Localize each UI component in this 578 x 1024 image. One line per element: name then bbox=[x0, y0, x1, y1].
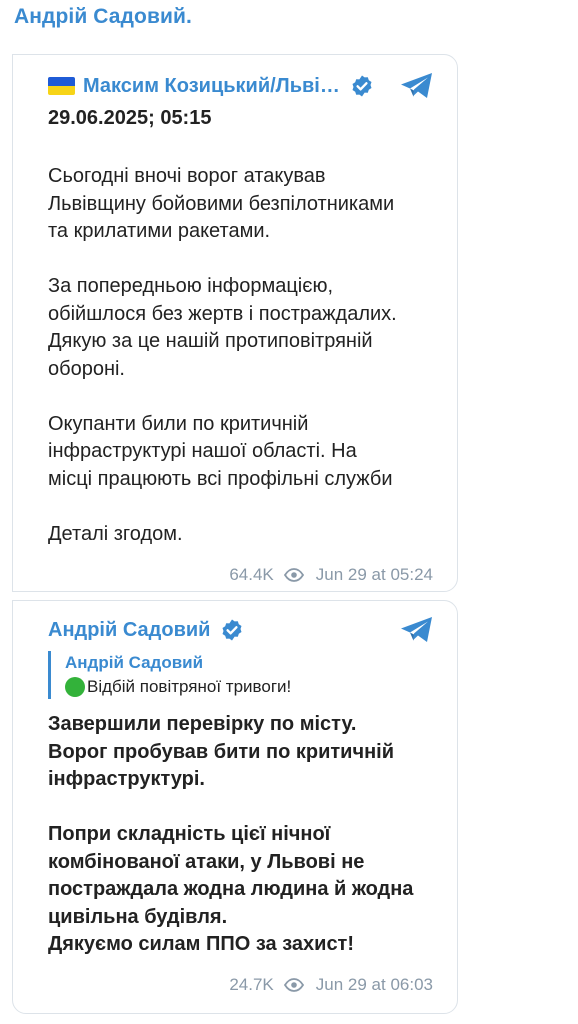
paragraph-1: Завершили перевірку по місту. Ворог проб… bbox=[48, 711, 437, 794]
text-line: інфраструктурі нашої області. На bbox=[48, 440, 357, 462]
text-line: Окупанти били по критичній bbox=[48, 412, 309, 435]
text-line: Дякую за це нашій протиповітряній bbox=[48, 330, 373, 352]
text-line: комбінованої атаки, у Львові не bbox=[48, 850, 365, 873]
channel-post: Андрій Садовий Андрій Садовий Відбій пов… bbox=[12, 600, 458, 1014]
post-meta: 64.4K Jun 29 at 05:24 bbox=[229, 565, 433, 585]
post-author-row[interactable]: Андрій Садовий bbox=[48, 615, 433, 645]
text-line: постраждала жодна людина й жодна bbox=[48, 878, 414, 900]
text-line: Ворог пробував бити по критичній bbox=[48, 740, 395, 763]
paragraph-2: Попри складність цієї нічної комбіновано… bbox=[48, 821, 437, 959]
eye-icon bbox=[283, 978, 304, 992]
text-line: інфраструктурі. bbox=[48, 768, 205, 790]
reply-quote[interactable]: Андрій Садовий Відбій повітряної тривоги… bbox=[48, 651, 433, 699]
post-body: Завершили перевірку по місту. Ворог проб… bbox=[48, 711, 437, 959]
text-line: Дякуємо силам ППО за захист! bbox=[48, 933, 355, 955]
text-line: та крилатими ракетами. bbox=[48, 220, 271, 242]
view-count: 64.4K bbox=[229, 565, 274, 584]
quote-author: Андрій Садовий bbox=[65, 653, 204, 672]
paragraph-3: Окупанти били по критичній інфраструктур… bbox=[48, 411, 437, 494]
post-author-name[interactable]: Андрій Садовий bbox=[48, 619, 210, 642]
channel-title[interactable]: Андрій Садовий. bbox=[14, 5, 192, 29]
verified-badge-icon bbox=[352, 75, 372, 97]
telegram-forward-icon[interactable] bbox=[399, 71, 435, 101]
paragraph-1: Сьогодні вночі ворог атакував Львівщину … bbox=[48, 163, 437, 246]
post-author-row[interactable]: Максим Козицький/Льві… bbox=[48, 71, 433, 101]
post-meta: 24.7K Jun 29 at 06:03 bbox=[229, 975, 433, 995]
forwarded-post: Максим Козицький/Льві… 29.06.2025; 05:15… bbox=[12, 54, 458, 592]
verified-badge-icon bbox=[222, 619, 242, 641]
text-line: місці працюють всі профільні служби bbox=[48, 467, 393, 490]
quote-text-row: Відбій повітряної тривоги! bbox=[65, 675, 433, 699]
text-line: Попри складність цієї нічної bbox=[48, 823, 331, 845]
text-line: цивільна будівля. bbox=[48, 905, 228, 928]
eye-icon bbox=[283, 568, 304, 582]
text-line: Деталі згодом. bbox=[48, 522, 183, 545]
view-count: 24.7K bbox=[229, 975, 274, 994]
post-date: 29.06.2025; 05:15 bbox=[48, 107, 212, 129]
post-body: Сьогодні вночі ворог атакував Львівщину … bbox=[48, 163, 437, 548]
post-time[interactable]: Jun 29 at 05:24 bbox=[316, 565, 433, 585]
telegram-forward-icon[interactable] bbox=[399, 615, 435, 645]
text-line: За попередньою інформацією, bbox=[48, 275, 334, 297]
text-line: Завершили перевірку по місту. bbox=[48, 713, 357, 735]
paragraph-4: Деталі згодом. bbox=[48, 521, 437, 549]
text-line: Львівщину бойовими безпілотниками bbox=[48, 192, 395, 215]
post-author-name[interactable]: Максим Козицький/Льві… bbox=[83, 75, 340, 98]
text-line: обійшлося без жертв і постраждалих. bbox=[48, 302, 397, 325]
green-circle-icon bbox=[65, 677, 85, 697]
ukraine-flag-icon bbox=[48, 77, 75, 95]
text-line: Сьогодні вночі ворог атакував bbox=[48, 165, 326, 187]
text-line: обороні. bbox=[48, 357, 125, 380]
post-time[interactable]: Jun 29 at 06:03 bbox=[316, 975, 433, 995]
paragraph-2: За попередньою інформацією, обійшлося бе… bbox=[48, 273, 437, 383]
quote-text: Відбій повітряної тривоги! bbox=[87, 677, 292, 696]
